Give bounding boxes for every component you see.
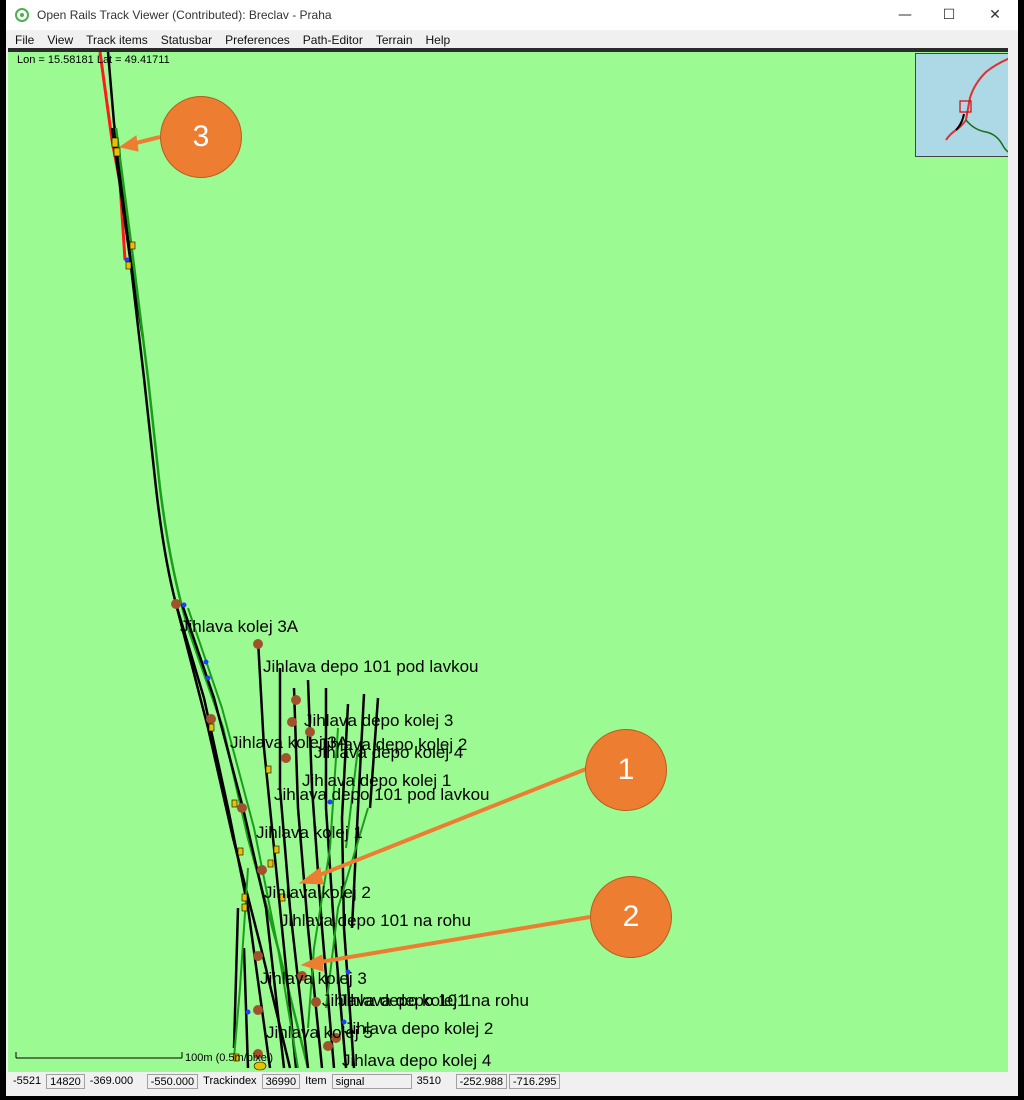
- signal-marker[interactable]: [181, 602, 187, 608]
- track-map-view[interactable]: Lon = 15.58181 Lat = 49.41711 Jihlava ko…: [8, 48, 1008, 1072]
- signal-marker[interactable]: [203, 659, 209, 665]
- status-tile-z: 14820: [46, 1073, 85, 1089]
- track-label: Jihlava depo kolej 3: [304, 711, 454, 730]
- track-line: [110, 127, 292, 1069]
- junction-node[interactable]: [291, 695, 301, 705]
- minimize-button[interactable]: —: [882, 0, 928, 30]
- junction-node[interactable]: [171, 599, 181, 609]
- track-label: Jihlava kolej 3A: [180, 617, 299, 636]
- minimap-route-line: [965, 119, 1008, 153]
- menu-terrain[interactable]: Terrain: [376, 33, 413, 47]
- map-top-strip: [8, 48, 1008, 52]
- junction-node[interactable]: [206, 714, 216, 724]
- minimap-route-line: [945, 57, 1008, 141]
- track-item-icon[interactable]: [273, 845, 280, 854]
- track-label: Jihlava depo kolej 4: [314, 743, 464, 762]
- app-icon: [15, 8, 29, 22]
- track-label: Jihlava depo 101 na rohu: [280, 911, 471, 930]
- track-label: Jihlava depo 101 pod lavkou: [263, 657, 479, 676]
- track-item-icon[interactable]: [265, 765, 272, 774]
- menu-statusbar[interactable]: Statusbar: [161, 33, 212, 47]
- track-item-icon[interactable]: [208, 723, 215, 732]
- coordinates-readout: Lon = 15.58181 Lat = 49.41711: [17, 54, 170, 66]
- track-label: Jihlava depo kolej 4: [342, 1051, 492, 1070]
- track-map-canvas[interactable]: [8, 48, 1008, 1072]
- status-trackindex-label: Trackindex: [203, 1074, 257, 1087]
- junction-node[interactable]: [253, 639, 263, 649]
- junction-node[interactable]: [253, 1005, 263, 1015]
- menu-view[interactable]: View: [47, 33, 73, 47]
- track-item-icon[interactable]: [241, 893, 248, 902]
- track-label: Jihlava depo kolej 1: [322, 991, 472, 1010]
- junction-node[interactable]: [257, 865, 267, 875]
- app-window: Open Rails Track Viewer (Contributed): B…: [6, 0, 1018, 1096]
- callout-1: 1: [585, 729, 667, 811]
- status-item-x: -252.988: [455, 1073, 507, 1089]
- status-item-type: signal: [331, 1073, 412, 1089]
- track-label: Jihlava depo 101 pod lavkou: [274, 785, 490, 804]
- callout-3: 3: [160, 96, 242, 178]
- track-item-icon[interactable]: [125, 261, 132, 270]
- status-item-label: Item: [305, 1074, 327, 1087]
- callout-arrowhead-3: [118, 135, 139, 152]
- track-item-icon[interactable]: [231, 799, 238, 808]
- signal-marker[interactable]: [245, 1009, 251, 1015]
- title-bar: Open Rails Track Viewer (Contributed): B…: [6, 0, 1018, 30]
- menu-bar: File View Track items Statusbar Preferen…: [6, 30, 1018, 50]
- window-title: Open Rails Track Viewer (Contributed): B…: [37, 8, 332, 22]
- track-label: Jihlava kolej 2: [264, 883, 371, 902]
- junction-node[interactable]: [323, 1041, 333, 1051]
- track-item-icon[interactable]: [237, 847, 244, 856]
- menu-help[interactable]: Help: [426, 33, 451, 47]
- track-label: Jihlava kolej 3: [260, 969, 367, 988]
- menu-preferences[interactable]: Preferences: [225, 33, 290, 47]
- junction-node[interactable]: [281, 753, 291, 763]
- minimap-canvas[interactable]: [916, 54, 1008, 156]
- track-item-icon[interactable]: [111, 137, 119, 148]
- selected-path-line: [98, 51, 127, 261]
- track-label: Jihlava kolej 1: [256, 823, 363, 842]
- track-item-icon[interactable]: [129, 241, 136, 250]
- close-button[interactable]: ✕: [972, 0, 1018, 30]
- scale-label: 100m (0.5m/pixel): [185, 1052, 274, 1064]
- junction-node[interactable]: [253, 951, 263, 961]
- junction-node[interactable]: [287, 717, 297, 727]
- track-item-icon[interactable]: [267, 859, 274, 868]
- status-bar: -5521 14820 -369.000 -550.000 Trackindex…: [6, 1072, 1018, 1090]
- status-trackindex: 36990: [261, 1073, 301, 1089]
- status-item-z: -716.295: [509, 1073, 561, 1089]
- junction-node[interactable]: [237, 803, 247, 813]
- track-item-icon[interactable]: [113, 147, 121, 157]
- menu-path-editor[interactable]: Path-Editor: [303, 33, 363, 47]
- junction-node[interactable]: [311, 997, 321, 1007]
- overview-minimap[interactable]: [915, 53, 1008, 157]
- menu-file[interactable]: File: [15, 33, 34, 47]
- track-label: Jihlava kolej 5: [266, 1023, 373, 1042]
- signal-marker[interactable]: [205, 675, 211, 681]
- status-tile-x: -5521: [13, 1074, 42, 1087]
- menu-track-items[interactable]: Track items: [86, 33, 148, 47]
- status-z: -550.000: [146, 1073, 199, 1089]
- status-x: -369.000: [89, 1074, 134, 1087]
- callout-2: 2: [590, 876, 672, 958]
- track-item-icon[interactable]: [241, 903, 248, 912]
- maximize-button[interactable]: ☐: [926, 0, 972, 30]
- track-line: [242, 947, 250, 1069]
- status-item-id: 3510: [416, 1074, 442, 1087]
